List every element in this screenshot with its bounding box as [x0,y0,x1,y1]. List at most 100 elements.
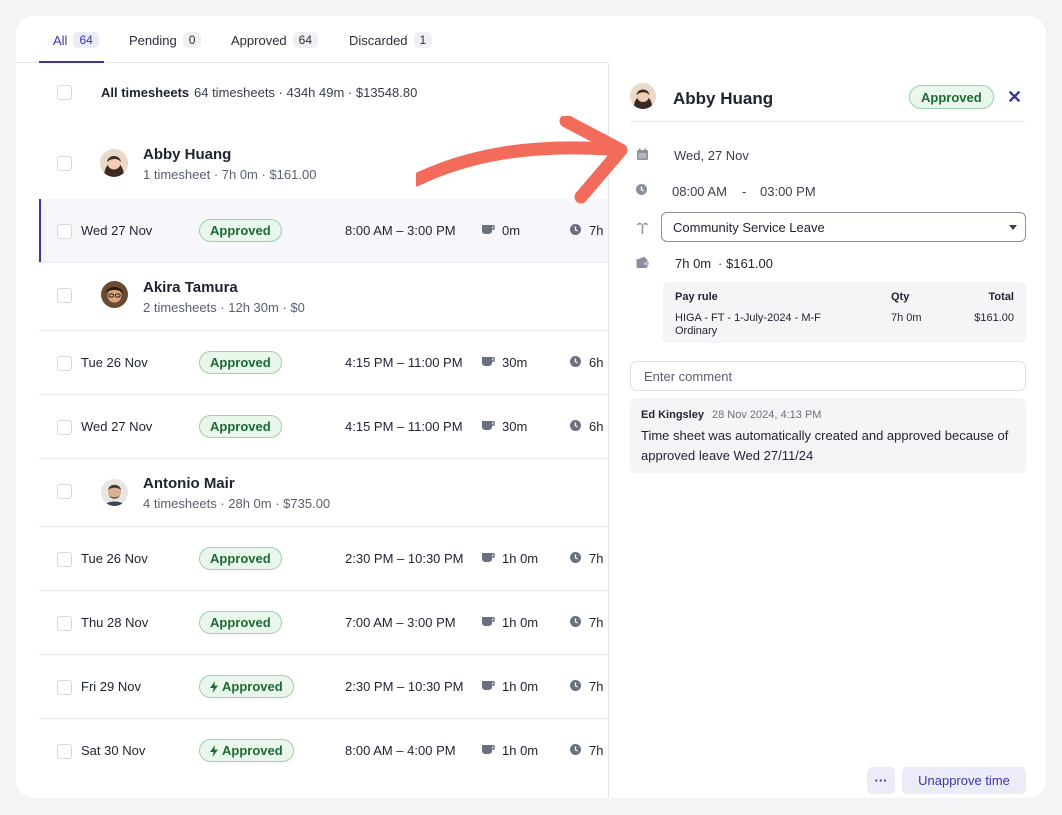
divider [630,121,1025,122]
calendar-icon [637,148,648,160]
table-row[interactable]: Wed 27 Nov Approved 4:15 PM – 11:00 PM 3… [39,395,608,459]
tab-discarded[interactable]: Discarded 1 [349,31,433,49]
timesheet-list: All timesheets 64 timesheets · 434h 49m … [16,63,608,798]
select-all-checkbox[interactable] [57,85,72,100]
column-header: Total [988,291,1014,303]
row-checkbox[interactable] [57,616,72,631]
time-separator: - [742,184,747,199]
timesheet-date: Wed 27 Nov [81,419,153,434]
person-name: Antonio Mair [143,475,235,492]
timesheet-date: Sat 30 Nov [81,743,146,758]
comment-placeholder: Enter comment [644,368,733,384]
timesheet-break: 1h 0m [502,615,539,630]
tab-pending[interactable]: Pending 0 [129,31,202,49]
timesheet-time: 2:30 PM – 10:30 PM [345,679,464,694]
row-checkbox[interactable] [57,680,72,695]
person-row[interactable]: Antonio Mair 4 timesheets · 28h 0m · $73… [39,459,608,527]
timesheet-break: 1h 0m [502,679,539,694]
summary-row: All timesheets 64 timesheets · 434h 49m … [39,63,608,115]
coffee-cup-icon [482,617,495,626]
tab-count: 1 [413,32,433,48]
person-checkbox[interactable] [57,156,72,171]
end-time-field[interactable]: 03:00 PM [760,184,816,199]
timesheet-duration: 7h [589,615,604,630]
chevron-down-icon [1009,225,1017,230]
status-badge: Approved [199,415,282,438]
timesheet-duration: 6h [589,355,604,370]
start-time-field[interactable]: 08:00 AM [672,184,727,199]
status-label: Approved [210,615,271,630]
timesheet-date: Wed 27 Nov [81,223,153,238]
table-row[interactable]: Sat 30 Nov Approved 8:00 AM – 4:00 PM 1h… [39,719,608,783]
avatar [101,479,128,506]
status-label: Approved [210,419,271,434]
timesheet-break: 1h 0m [502,743,539,758]
clock-icon [636,184,647,195]
column-header: Qty [891,291,910,303]
status-label: Approved [210,551,271,566]
more-options-button[interactable]: ··· [867,767,895,794]
timesheet-break: 30m [502,355,528,370]
comment-input[interactable]: Enter comment [630,361,1026,391]
clock-icon [570,356,581,367]
coffee-cup-icon [482,745,495,754]
person-checkbox[interactable] [57,484,72,499]
person-checkbox[interactable] [57,288,72,303]
table-row[interactable]: Tue 26 Nov Approved 4:15 PM – 11:00 PM 3… [39,331,608,395]
row-checkbox[interactable] [57,744,72,759]
panel-date: Wed, 27 Nov [674,148,749,163]
tab-count: 64 [73,32,99,48]
pay-rule-name: HIGA - FT - 1-July-2024 - M-F Ordinary [675,312,821,338]
pay-rule-table: Pay rule Qty Total HIGA - FT - 1-July-20… [663,282,1026,343]
row-checkbox[interactable] [57,420,72,435]
tab-approved[interactable]: Approved 64 [231,31,319,49]
clock-icon [570,744,581,755]
row-checkbox[interactable] [57,356,72,371]
panel-total-cost: $161.00 [726,256,773,271]
status-label: Approved [222,743,283,758]
close-icon[interactable]: ✕ [1007,87,1022,108]
status-badge: Approved [199,675,294,698]
avatar [101,281,128,308]
timesheet-time: 7:00 AM – 3:00 PM [345,615,456,630]
leave-type-select[interactable]: Community Service Leave [661,212,1026,242]
timesheet-duration: 7h [589,223,604,238]
timesheet-time: 8:00 AM – 3:00 PM [345,223,456,238]
clock-icon [570,616,581,627]
coffee-cup-icon [482,357,495,366]
timesheet-date: Tue 26 Nov [81,551,148,566]
status-label: Approved [222,679,283,694]
table-row[interactable]: Thu 28 Nov Approved 7:00 AM – 3:00 PM 1h… [39,591,608,655]
log-message: Time sheet was automatically created and… [641,428,1009,463]
total-separator: · [718,256,723,271]
tab-all[interactable]: All 64 [53,31,99,49]
row-checkbox[interactable] [57,224,72,239]
coffee-cup-icon [482,681,495,690]
log-timestamp: 28 Nov 2024, 4:13 PM [712,409,822,421]
person-row[interactable]: Abby Huang 1 timesheet · 7h 0m · $161.00 [39,115,608,199]
tab-label: All [53,32,68,48]
pay-rule-line: Ordinary [675,325,718,337]
timesheet-duration: 6h [589,419,604,434]
table-row[interactable]: Tue 26 Nov Approved 2:30 PM – 10:30 PM 1… [39,527,608,591]
person-meta: 1 timesheet · 7h 0m · $161.00 [143,167,317,182]
unapprove-time-button[interactable]: Unapprove time [902,767,1026,794]
person-name: Akira Tamura [143,279,238,296]
person-row[interactable]: Akira Tamura 2 timesheets · 12h 30m · $0 [39,263,608,331]
tab-count: 0 [182,32,202,48]
table-row[interactable]: Fri 29 Nov Approved 2:30 PM – 10:30 PM 1… [39,655,608,719]
tab-count: 64 [292,32,319,48]
tab-label: Approved [231,32,287,48]
status-label: Approved [210,355,271,370]
row-checkbox[interactable] [57,552,72,567]
timesheet-time: 4:15 PM – 11:00 PM [345,419,463,434]
clock-icon [570,680,581,691]
clock-icon [570,224,581,235]
activity-log-entry: Ed Kingsley 28 Nov 2024, 4:13 PM Time sh… [630,398,1026,473]
status-badge: Approved [199,547,282,570]
pay-rule-total: $161.00 [974,312,1014,324]
column-header: Pay rule [675,291,718,303]
timesheet-detail-panel: Abby Huang Approved ✕ Wed, 27 Nov 08:00 … [609,63,1046,798]
table-row[interactable]: Wed 27 Nov Approved 8:00 AM – 3:00 PM 0m… [39,199,608,263]
status-badge: Approved [199,219,282,242]
